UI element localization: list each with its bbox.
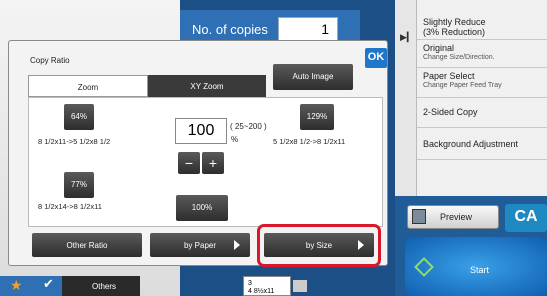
- decrease-button[interactable]: −: [178, 152, 200, 174]
- menu-item-paper-select[interactable]: Paper Select Change Paper Feed Tray: [417, 68, 547, 98]
- highlight-frame: [257, 224, 381, 267]
- ok-button[interactable]: OK: [365, 48, 387, 68]
- ratio-input[interactable]: 100: [175, 118, 227, 144]
- size-line: 4 8½x11: [248, 288, 275, 295]
- menu-item-title: Original: [423, 43, 455, 53]
- menu-item-background-adjustment[interactable]: Background Adjustment: [417, 136, 547, 160]
- copies-label: No. of copies: [192, 22, 268, 37]
- menu-item-slightly-reduce[interactable]: Slightly Reduce (3% Reduction): [417, 14, 547, 40]
- paper-size-indicator: 3 4 8½x11: [243, 276, 291, 296]
- preset-77-desc: 8 1/2x14->8 1/2x11: [38, 202, 102, 211]
- menu-item-original[interactable]: Original Change Size/Direction.: [417, 40, 547, 68]
- dialog-title: Copy Ratio: [30, 56, 70, 65]
- preset-64-desc: 8 1/2x11->5 1/2x8 1/2: [38, 137, 111, 146]
- menu-item-title: Paper Select: [423, 71, 475, 81]
- menu-item-title: 2-Sided Copy: [423, 107, 478, 117]
- increase-button[interactable]: +: [202, 152, 224, 174]
- expand-play-icon[interactable]: ▶▎: [400, 32, 414, 43]
- menu-item-title: Slightly Reduce: [423, 17, 486, 27]
- preset-129-desc: 5 1/2x8 1/2->8 1/2x11: [273, 137, 346, 146]
- size-line: 3: [248, 280, 252, 287]
- preset-129-button[interactable]: 129%: [300, 104, 334, 130]
- preview-icon: [412, 209, 426, 224]
- tab-zoom[interactable]: Zoom: [28, 75, 148, 97]
- menu-item-sub: Change Size/Direction.: [423, 54, 495, 61]
- tab-xy-zoom[interactable]: XY Zoom: [148, 75, 266, 97]
- check-icon[interactable]: ✔: [38, 276, 62, 296]
- menu-item-title: Background Adjustment: [423, 139, 519, 149]
- ratio-range: ( 25~200 ): [230, 122, 267, 131]
- preset-77-button[interactable]: 77%: [64, 172, 94, 198]
- by-paper-label: by Paper: [183, 241, 217, 250]
- other-ratio-button[interactable]: Other Ratio: [32, 233, 142, 257]
- preset-100-button[interactable]: 100%: [176, 195, 228, 221]
- menu-item-sub: Change Paper Feed Tray: [423, 82, 502, 89]
- preset-64-button[interactable]: 64%: [64, 104, 94, 130]
- percent-sign: %: [231, 135, 239, 144]
- by-paper-button[interactable]: by Paper: [150, 233, 250, 257]
- auto-image-button[interactable]: Auto Image: [273, 64, 353, 90]
- favorite-star-icon[interactable]: ★: [0, 276, 38, 296]
- menu-item-sub: (3% Reduction): [423, 27, 486, 37]
- menu-item-2-sided-copy[interactable]: 2-Sided Copy: [417, 104, 547, 128]
- arrow-right-icon: [234, 240, 240, 250]
- copies-input[interactable]: 1: [278, 17, 338, 41]
- clear-all-button[interactable]: CA: [505, 204, 547, 232]
- others-button[interactable]: Others: [62, 276, 140, 296]
- scroll-handle[interactable]: [293, 280, 307, 292]
- other-ratio-label: Other Ratio: [66, 241, 108, 250]
